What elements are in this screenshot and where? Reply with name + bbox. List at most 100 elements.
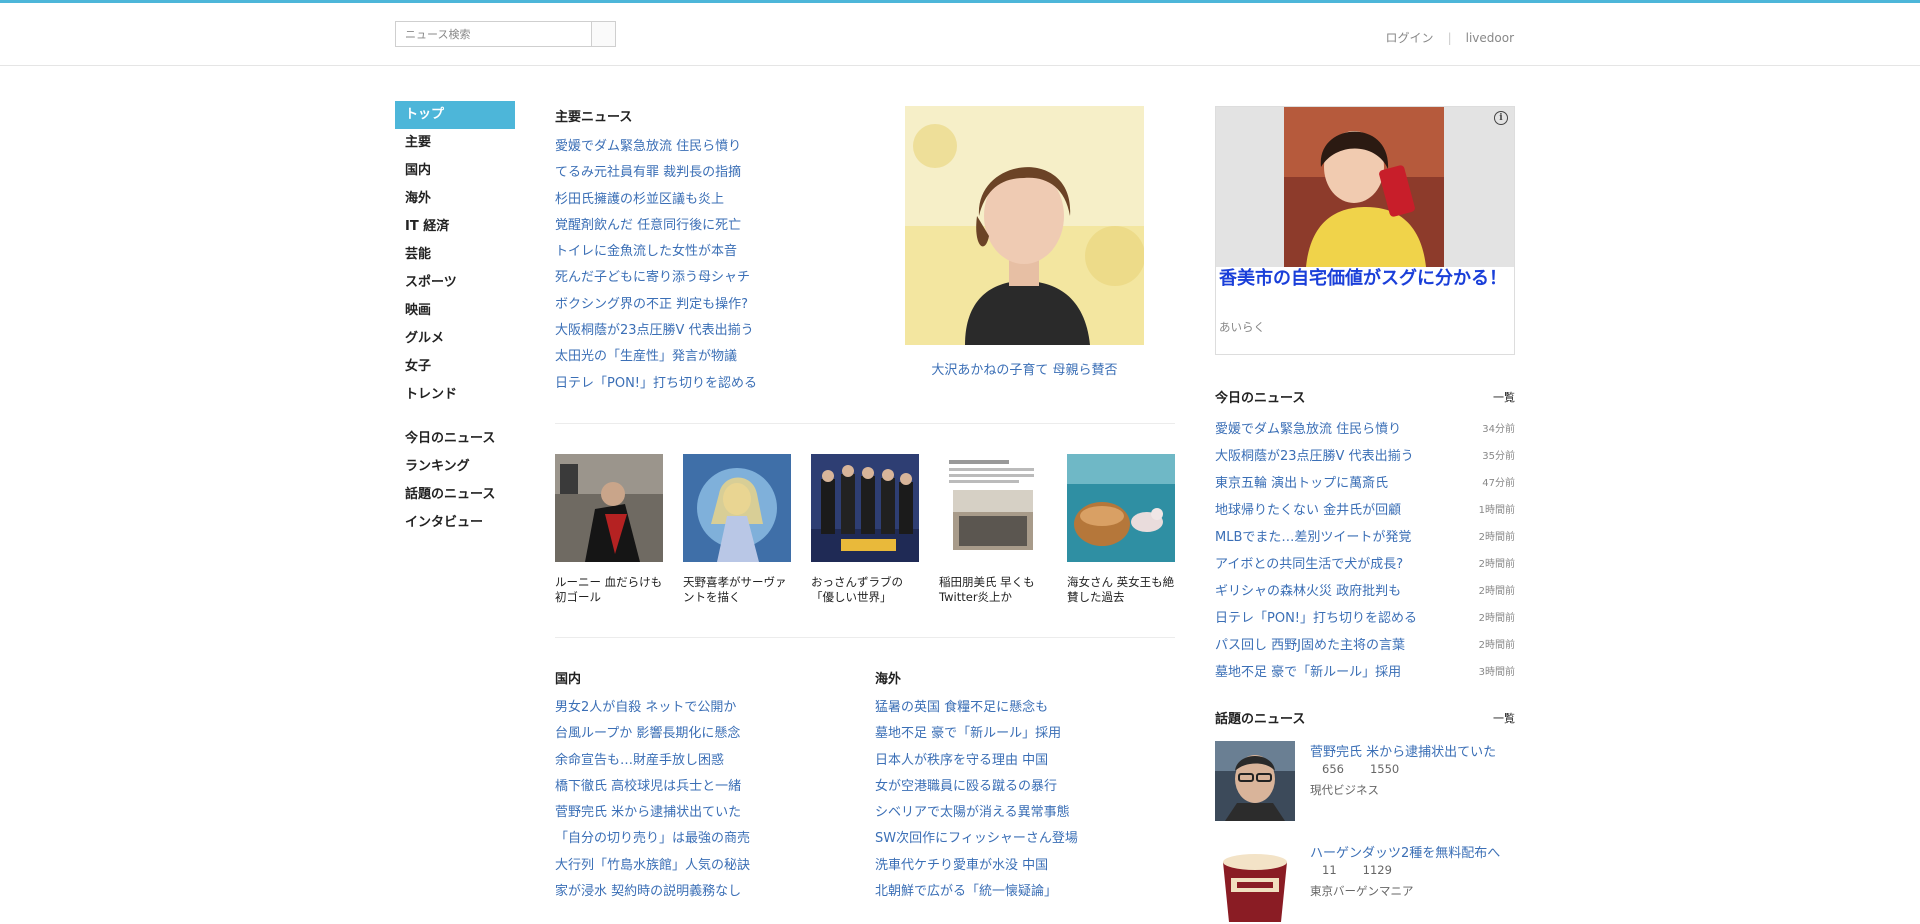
today-news-item[interactable]: ギリシャの森林火災 政府批判も 2時間前: [1215, 578, 1515, 605]
domestic-link[interactable]: 大行列「竹島水族館」人気の秘訣: [555, 853, 750, 879]
topic-news-stats: 656 1550: [1310, 762, 1399, 776]
today-news-link[interactable]: 墓地不足 豪で「新ルール」採用: [1215, 665, 1401, 680]
main-news-link[interactable]: 大阪桐蔭が23点圧勝V 代表出揃う: [555, 318, 757, 344]
featured-caption[interactable]: 大沢あかねの子育て 母親ら賛否: [905, 359, 1144, 378]
today-news-link[interactable]: 地球帰りたくない 金井氏が回顧: [1215, 503, 1401, 518]
topic-news-thumbnail: [1215, 741, 1295, 821]
livedoor-link[interactable]: livedoor: [1466, 31, 1514, 45]
main-news-link[interactable]: 愛媛でダム緊急放流 住民ら憤り: [555, 134, 757, 160]
main-news-link[interactable]: 杉田氏擁護の杉並区議も炎上: [555, 187, 757, 213]
today-news-item[interactable]: 地球帰りたくない 金井氏が回顧 1時間前: [1215, 497, 1515, 524]
nav-item-trend[interactable]: トレンド: [395, 381, 515, 409]
search-input[interactable]: [396, 22, 592, 46]
today-news-item[interactable]: 大阪桐蔭が23点圧勝V 代表出揃う 35分前: [1215, 443, 1515, 470]
advertisement[interactable]: i 香美市の自宅価値がスグに分かる！ あいらく: [1215, 106, 1515, 355]
timestamp: 2時間前: [1478, 559, 1515, 570]
nav-item-ranking[interactable]: ランキング: [395, 453, 515, 481]
today-news-link[interactable]: 大阪桐蔭が23点圧勝V 代表出揃う: [1215, 449, 1414, 464]
domestic-link[interactable]: 余命宣告も…財産手放し困惑: [555, 748, 750, 774]
thumbnail-item[interactable]: おっさんずラブの「優しい世界」: [811, 454, 919, 605]
main-news-link[interactable]: 太田光の「生産性」発言が物議: [555, 344, 757, 370]
thumbnail-item[interactable]: 天野喜孝がサーヴァントを描く: [683, 454, 791, 605]
today-news-more-link[interactable]: 一覧: [1493, 389, 1515, 405]
nav-item-women[interactable]: 女子: [395, 353, 515, 381]
today-news-link[interactable]: 愛媛でダム緊急放流 住民ら憤り: [1215, 422, 1401, 437]
thumbnail-caption: 稲田朋美氏 早くもTwitter炎上か: [939, 575, 1035, 604]
nav-item-sports[interactable]: スポーツ: [395, 269, 515, 297]
nav-item-it-economy[interactable]: IT 経済: [395, 213, 515, 241]
overseas-link[interactable]: SW次回作にフィッシャーさん登場: [875, 826, 1078, 852]
today-news-item[interactable]: パス回し 西野J固めた主将の言葉 2時間前: [1215, 632, 1515, 659]
nav-item-interview[interactable]: インタビュー: [395, 509, 515, 537]
today-news-link[interactable]: MLBでまた…差別ツイートが発覚: [1215, 530, 1411, 545]
thumbnail-item[interactable]: 稲田朋美氏 早くもTwitter炎上か: [939, 454, 1047, 605]
today-news-link[interactable]: 日テレ「PON!」打ち切りを認める: [1215, 611, 1417, 626]
topic-news-more-link[interactable]: 一覧: [1493, 710, 1515, 726]
today-news-link[interactable]: アイボとの共同生活で犬が成長?: [1215, 557, 1403, 572]
main-news-link[interactable]: トイレに金魚流した女性が本音: [555, 239, 757, 265]
main-news-link[interactable]: 死んだ子どもに寄り添う母シャチ: [555, 265, 757, 291]
domestic-link[interactable]: 菅野完氏 米から逮捕状出ていた: [555, 800, 750, 826]
topic-news-link[interactable]: ハーゲンダッツ2種を無料配布へ: [1310, 842, 1500, 861]
domestic-link[interactable]: 台風ループか 影響長期化に懸念: [555, 721, 750, 747]
topic-news-title: 話題のニュース: [1215, 712, 1306, 727]
today-news-item[interactable]: 日テレ「PON!」打ち切りを認める 2時間前: [1215, 605, 1515, 632]
today-news-item[interactable]: MLBでまた…差別ツイートが発覚 2時間前: [1215, 524, 1515, 551]
thumbnail-image: [683, 454, 791, 562]
header-separator: |: [1447, 30, 1452, 45]
main-news-link[interactable]: てるみ元社員有罪 裁判長の指摘: [555, 160, 757, 186]
topic-news-item[interactable]: ハーゲンダッツ2種を無料配布へ 11 1129 東京バーゲンマニア: [1215, 842, 1515, 924]
today-news-link[interactable]: パス回し 西野J固めた主将の言葉: [1215, 638, 1405, 653]
timestamp: 1時間前: [1478, 505, 1515, 516]
nav-item-entertainment[interactable]: 芸能: [395, 241, 515, 269]
today-news-link[interactable]: 東京五輪 演出トップに萬斎氏: [1215, 476, 1388, 491]
ad-title[interactable]: 香美市の自宅価値がスグに分かる！: [1219, 267, 1509, 290]
overseas-link[interactable]: 北朝鮮で広がる「統一懐疑論」: [875, 879, 1078, 905]
nav-item-gourmet[interactable]: グルメ: [395, 325, 515, 353]
nav-item-top[interactable]: トップ: [395, 101, 515, 129]
overseas-link[interactable]: 墓地不足 豪で「新ルール」採用: [875, 721, 1078, 747]
featured-photo[interactable]: [905, 106, 1144, 345]
comment-count: 656: [1322, 762, 1344, 776]
ad-info-icon[interactable]: i: [1494, 111, 1508, 125]
domestic-link[interactable]: 「自分の切り売り」は最強の商売: [555, 826, 750, 852]
thumbnail-image: [939, 454, 1047, 562]
nav-item-main[interactable]: 主要: [395, 129, 515, 157]
search-button[interactable]: [591, 22, 615, 46]
login-link[interactable]: ログイン: [1386, 29, 1434, 46]
thumbnail-item[interactable]: 海女さん 英女王も絶賛した過去: [1067, 454, 1175, 605]
overseas-link[interactable]: 猛暑の英国 食糧不足に懸念も: [875, 695, 1078, 721]
topic-news-link[interactable]: 菅野完氏 米から逮捕状出ていた: [1310, 741, 1496, 760]
topic-news-header: 話題のニュース 一覧: [1215, 708, 1515, 727]
overseas-link[interactable]: 日本人が秩序を守る理由 中国: [875, 748, 1078, 774]
today-news-item[interactable]: 愛媛でダム緊急放流 住民ら憤り 34分前: [1215, 416, 1515, 443]
header: ログイン | livedoor: [0, 3, 1920, 66]
domestic-link[interactable]: 家が浸水 契約時の説明義務なし: [555, 879, 750, 905]
today-news-item[interactable]: 墓地不足 豪で「新ルール」採用 3時間前: [1215, 659, 1515, 686]
main-news-link[interactable]: ボクシング界の不正 判定も操作?: [555, 292, 757, 318]
comment-count: 11: [1322, 863, 1337, 877]
thumbnail-item[interactable]: ルーニー 血だらけも初ゴール: [555, 454, 663, 605]
today-news-item[interactable]: 東京五輪 演出トップに萬斎氏 47分前: [1215, 470, 1515, 497]
main-news-list: 愛媛でダム緊急放流 住民ら憤り てるみ元社員有罪 裁判長の指摘 杉田氏擁護の杉並…: [555, 134, 757, 397]
nav-item-today-news[interactable]: 今日のニュース: [395, 425, 515, 453]
overseas-list: 猛暑の英国 食糧不足に懸念も 墓地不足 豪で「新ルール」採用 日本人が秩序を守る…: [875, 695, 1078, 905]
today-news-link[interactable]: ギリシャの森林火災 政府批判も: [1215, 584, 1401, 599]
overseas-link[interactable]: シベリアで太陽が消える異常事態: [875, 800, 1078, 826]
timestamp: 3時間前: [1478, 667, 1515, 678]
divider: [555, 423, 1175, 424]
today-news-item[interactable]: アイボとの共同生活で犬が成長? 2時間前: [1215, 551, 1515, 578]
nav-item-overseas[interactable]: 海外: [395, 185, 515, 213]
domestic-link[interactable]: 橋下徹氏 高校球児は兵士と一緒: [555, 774, 750, 800]
domestic-link[interactable]: 男女2人が自殺 ネットで公開か: [555, 695, 750, 721]
overseas-link[interactable]: 洗車代ケチり愛車が水没 中国: [875, 853, 1078, 879]
main-news-link[interactable]: 日テレ「PON!」打ち切りを認める: [555, 371, 757, 397]
overseas-link[interactable]: 女が空港職員に殴る蹴るの暴行: [875, 774, 1078, 800]
timestamp: 47分前: [1482, 478, 1515, 489]
nav-item-domestic[interactable]: 国内: [395, 157, 515, 185]
nav-item-movies[interactable]: 映画: [395, 297, 515, 325]
topic-news-item[interactable]: 菅野完氏 米から逮捕状出ていた 656 1550 現代ビジネス: [1215, 741, 1515, 823]
search-box: [395, 21, 616, 47]
main-news-link[interactable]: 覚醒剤飲んだ 任意同行後に死亡: [555, 213, 757, 239]
nav-item-topic-news[interactable]: 話題のニュース: [395, 481, 515, 509]
